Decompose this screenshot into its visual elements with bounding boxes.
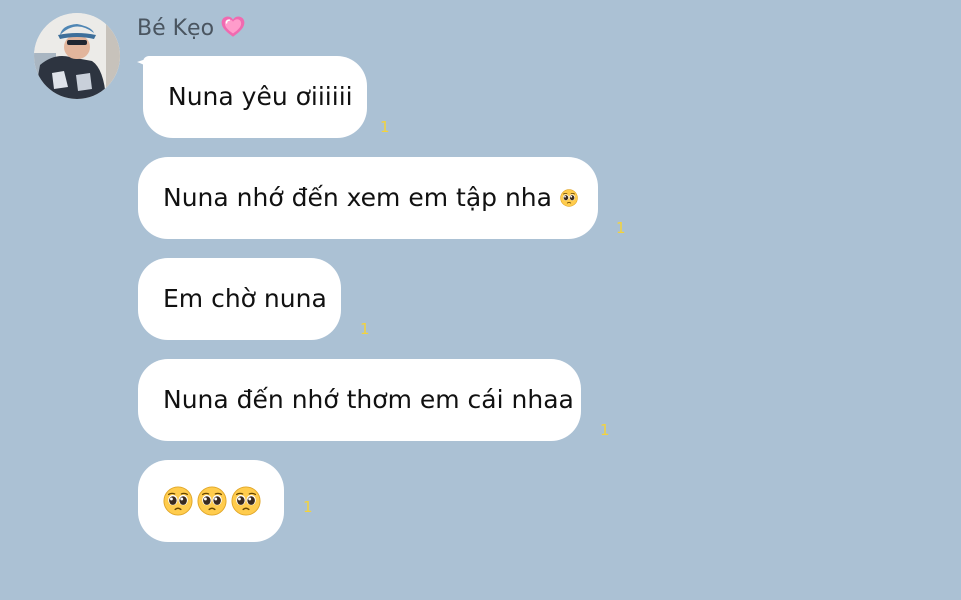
message-text: Em chờ nuna <box>163 284 327 313</box>
message-text: Nuna đến nhớ thơm em cái nhaa <box>163 385 574 414</box>
message-bubble[interactable]: Em chờ nuna <box>138 258 341 340</box>
message-bubble[interactable]: Nuna yêu ơiiiiii <box>143 56 367 138</box>
sender-name: Bé Kẹo <box>137 14 246 44</box>
read-count: 1 <box>360 320 370 338</box>
pleading-face-icon <box>197 486 227 516</box>
read-count: 1 <box>616 219 626 237</box>
message-text: Nuna nhớ đến xem em tập nha <box>163 183 552 212</box>
message-bubble[interactable]: Nuna đến nhớ thơm em cái nhaa <box>138 359 581 441</box>
read-count: 1 <box>600 421 610 439</box>
message-bubble[interactable] <box>138 460 284 542</box>
read-count: 1 <box>380 118 390 136</box>
chat-view: Bé Kẹo Nuna yêu ơiiiiii 1 Nuna nhớ đến x… <box>0 0 961 600</box>
pleading-face-icon <box>560 183 578 213</box>
avatar[interactable] <box>34 13 120 99</box>
pink-sparkling-heart-icon <box>221 16 245 37</box>
message-text: Nuna yêu ơiiiiii <box>168 82 353 111</box>
message-bubble[interactable]: Nuna nhớ đến xem em tập nha <box>138 157 598 239</box>
read-count: 1 <box>303 498 313 516</box>
pleading-face-icon <box>231 486 261 516</box>
pleading-face-icon <box>163 486 193 516</box>
sender-name-text: Bé Kẹo <box>137 16 215 41</box>
